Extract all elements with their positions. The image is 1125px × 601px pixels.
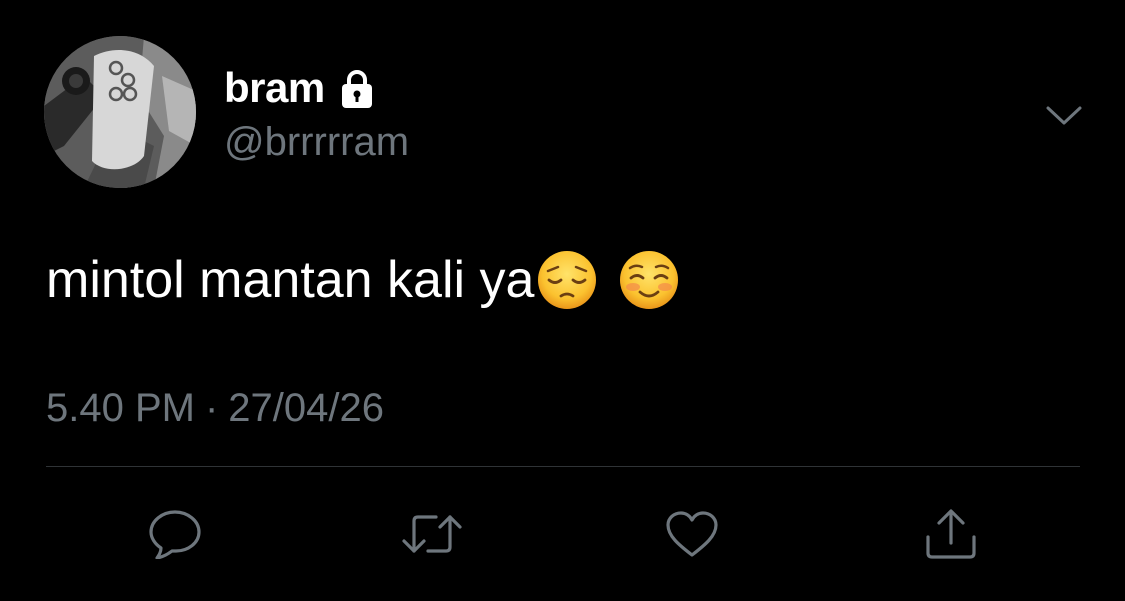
reply-button[interactable] xyxy=(143,502,207,566)
smiling-face-emoji xyxy=(618,249,680,311)
user-handle[interactable]: @brrrrram xyxy=(224,116,409,168)
tweet-date: 27/04/26 xyxy=(228,386,384,430)
chevron-down-icon xyxy=(1046,106,1082,125)
share-button[interactable] xyxy=(919,502,983,566)
lock-icon xyxy=(337,69,377,109)
tweet: bram @brrrrram mintol mantan kali ya 5.4… xyxy=(0,0,1125,601)
divider xyxy=(46,466,1080,467)
pensive-face-emoji xyxy=(536,249,598,311)
timestamp[interactable]: 5.40 PM · 27/04/26 xyxy=(46,382,384,434)
retweet-button[interactable] xyxy=(400,502,464,566)
reply-icon xyxy=(149,510,201,559)
display-name[interactable]: bram xyxy=(224,62,325,114)
tweet-text: mintol mantan kali ya xyxy=(46,248,680,312)
display-name-row: bram xyxy=(224,62,377,114)
avatar-image xyxy=(44,36,196,188)
tweet-text-content: mintol mantan kali ya xyxy=(46,251,535,309)
timestamp-separator: · xyxy=(204,386,219,430)
tweet-time: 5.40 PM xyxy=(46,386,195,430)
like-button[interactable] xyxy=(660,502,724,566)
retweet-icon xyxy=(402,515,462,553)
share-icon xyxy=(926,509,976,559)
more-options-button[interactable] xyxy=(1040,92,1088,140)
avatar[interactable] xyxy=(44,36,196,188)
heart-icon xyxy=(666,511,718,557)
